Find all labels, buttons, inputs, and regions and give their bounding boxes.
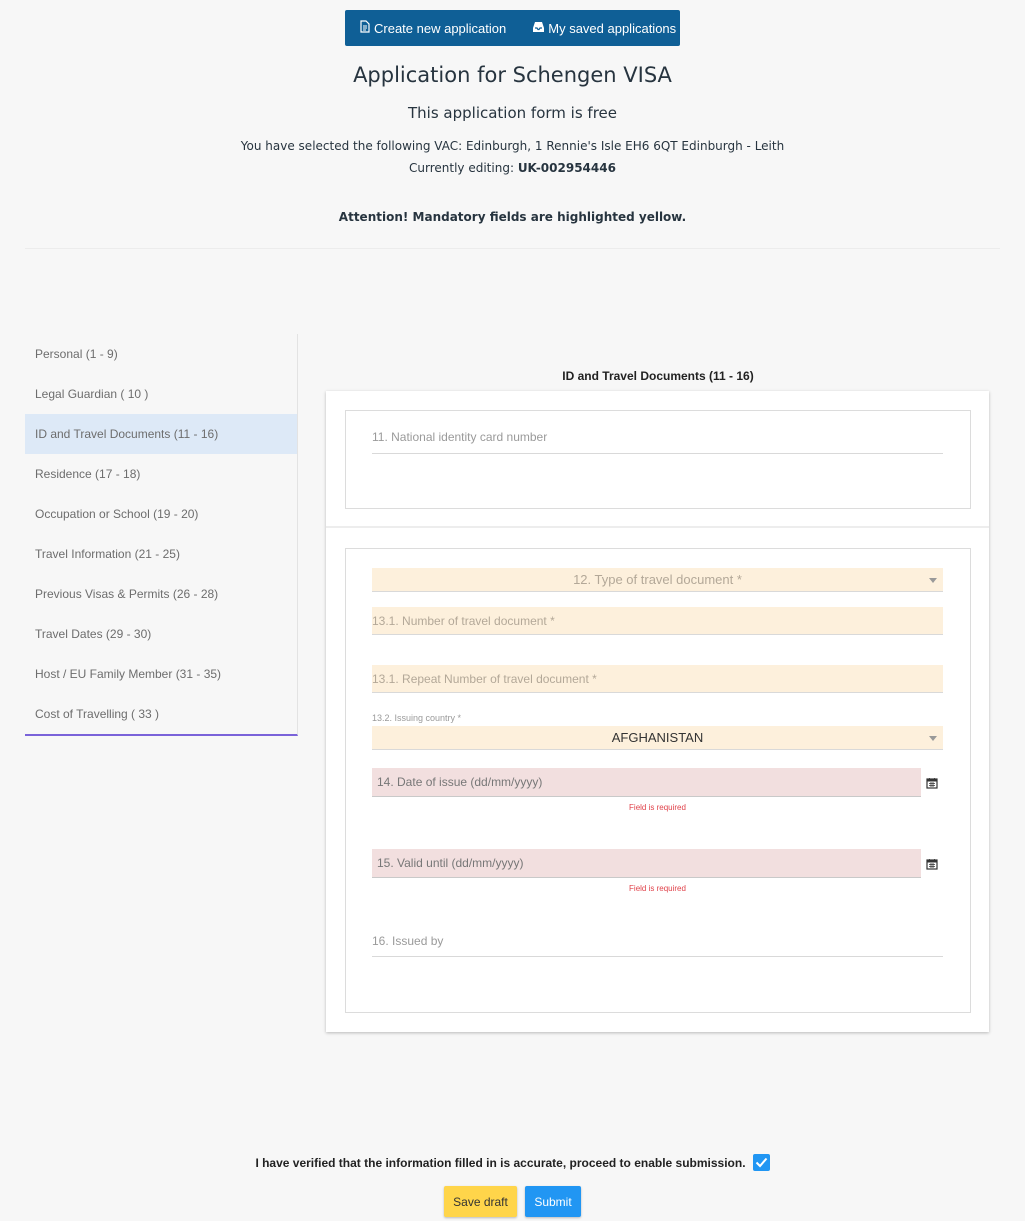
save-draft-button[interactable]: Save draft (444, 1186, 517, 1217)
verification-text: I have verified that the information fil… (255, 1155, 746, 1170)
issued-by-placeholder: 16. Issued by (372, 934, 444, 948)
sidebar-item-occupation[interactable]: Occupation or School (19 - 20) (25, 494, 297, 534)
header-divider (25, 248, 1000, 249)
sidebar-item-cost[interactable]: Cost of Travelling ( 33 ) (25, 694, 297, 734)
valid-until-placeholder: 15. Valid until (dd/mm/yyyy) (377, 856, 524, 870)
top-button-group: Create new application My saved applicat… (345, 10, 680, 46)
application-id: UK-002954446 (517, 161, 616, 175)
verification-checkbox[interactable] (752, 1154, 770, 1171)
section-nav: Personal (1 - 9) Legal Guardian ( 10 ) I… (25, 334, 298, 736)
saved-applications-label: My saved applications (548, 20, 677, 36)
sidebar-item-residence[interactable]: Residence (17 - 18) (25, 454, 297, 494)
sidebar-item-host[interactable]: Host / EU Family Member (31 - 35) (25, 654, 297, 694)
travel-document-type-select[interactable]: 12. Type of travel document * (372, 568, 943, 592)
page-title: Application for Schengen VISA (353, 63, 672, 87)
create-application-button[interactable]: Create new application (345, 10, 506, 46)
section-title: ID and Travel Documents (11 - 16) (562, 369, 754, 383)
submit-button[interactable]: Submit (525, 1186, 581, 1217)
valid-until-input[interactable]: 15. Valid until (dd/mm/yyyy) (372, 849, 921, 878)
travel-document-number-input[interactable]: 13.1. Number of travel document * (372, 607, 943, 635)
national-id-placeholder: 11. National identity card number (372, 430, 548, 444)
sidebar-item-travel-information[interactable]: Travel Information (21 - 25) (25, 534, 297, 574)
sidebar-item-personal[interactable]: Personal (1 - 9) (25, 334, 297, 374)
issued-by-input[interactable]: 16. Issued by (372, 934, 943, 957)
sidebar-item-legal-guardian[interactable]: Legal Guardian ( 10 ) (25, 374, 297, 414)
card-separator (326, 526, 989, 528)
national-id-input[interactable]: 11. National identity card number (372, 430, 943, 454)
editing-info: Currently editing: UK-002954446 (0, 161, 1025, 175)
sidebar-item-id-travel-documents[interactable]: ID and Travel Documents (11 - 16) (25, 414, 297, 454)
saved-applications-button[interactable]: My saved applications (506, 10, 676, 46)
issuing-country-value: AFGHANISTAN (611, 730, 704, 745)
date-of-issue-error: Field is required (629, 803, 686, 812)
identity-card-group (345, 410, 971, 509)
create-application-label: Create new application (374, 20, 507, 36)
page-subtitle: This application form is free (408, 104, 617, 122)
repeat-travel-document-number-input[interactable]: 13.1. Repeat Number of travel document * (372, 665, 943, 693)
vac-info: You have selected the following VAC: Edi… (240, 139, 785, 153)
issuing-country-select[interactable]: AFGHANISTAN (372, 726, 943, 750)
sidebar-item-previous-visas[interactable]: Previous Visas & Permits (26 - 28) (25, 574, 297, 614)
editing-label: Currently editing: (409, 161, 518, 175)
document-icon (359, 20, 374, 36)
sidebar-item-travel-dates[interactable]: Travel Dates (29 - 30) (25, 614, 297, 654)
chevron-down-icon (929, 735, 937, 741)
calendar-icon[interactable] (921, 849, 943, 878)
issuing-country-label: 13.2. Issuing country * (372, 713, 462, 723)
date-of-issue-input[interactable]: 14. Date of issue (dd/mm/yyyy) (372, 768, 921, 797)
check-icon (755, 1157, 767, 1168)
mandatory-notice: Attention! Mandatory fields are highligh… (338, 210, 687, 224)
chevron-down-icon (929, 577, 937, 583)
repeat-travel-document-number-placeholder: 13.1. Repeat Number of travel document * (372, 671, 597, 686)
verification-row: I have verified that the information fil… (0, 1154, 1025, 1171)
valid-until-error: Field is required (629, 884, 686, 893)
travel-document-number-placeholder: 13.1. Number of travel document * (372, 613, 555, 628)
travel-document-type-placeholder: 12. Type of travel document * (573, 572, 742, 587)
calendar-icon[interactable] (921, 768, 943, 797)
inbox-icon (532, 21, 548, 36)
date-of-issue-placeholder: 14. Date of issue (dd/mm/yyyy) (377, 775, 543, 789)
